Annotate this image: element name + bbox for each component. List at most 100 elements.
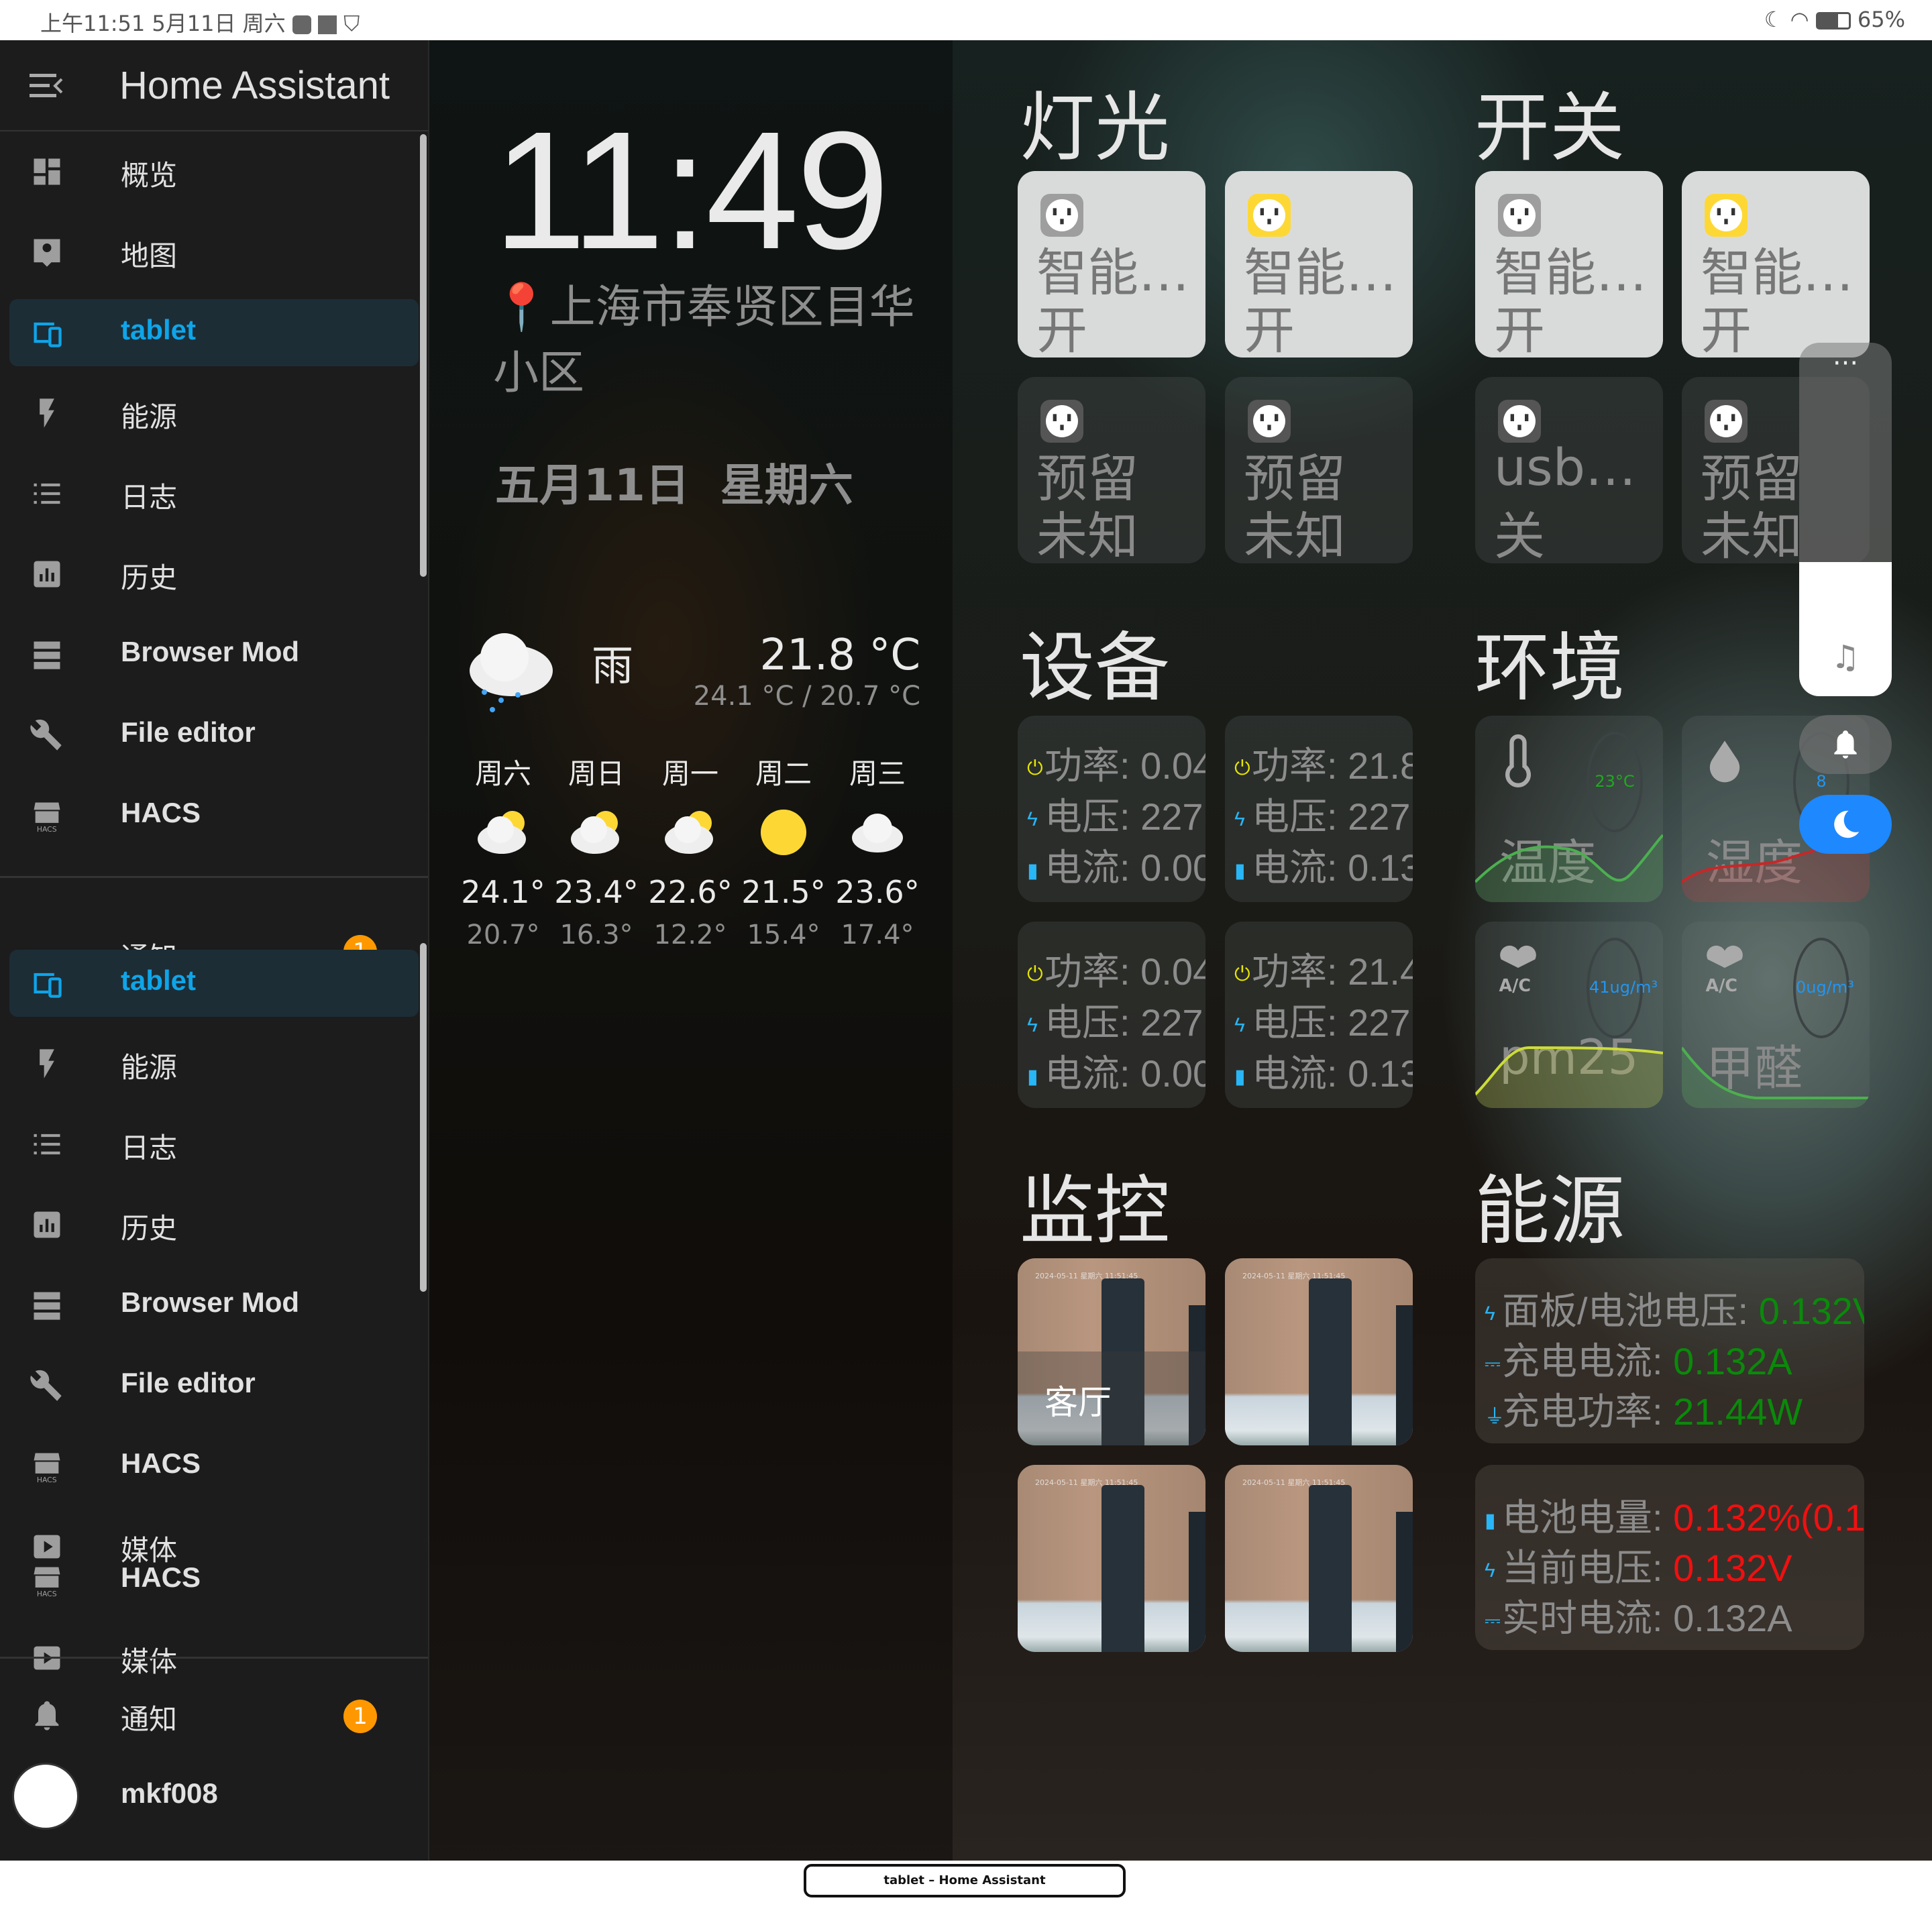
section-title-devices: 设备 (1020, 624, 1170, 712)
device-card[interactable]: ⏻功率: 21.4 ϟ 电压: 227. ▮ 电流: 0.13 (1225, 922, 1413, 1108)
entity-state: 开 (1701, 300, 1752, 357)
power-icon: ⏻ (1234, 757, 1250, 780)
camera-feed[interactable]: 2024-05-11 星期六 11:51:45 (1018, 1465, 1205, 1652)
camera-label: 客厅 (1018, 1351, 1205, 1445)
sensor-value: 0.04 (1140, 950, 1205, 993)
forecast-high: 21.5° (741, 874, 826, 910)
forecast-low: 15.4° (747, 920, 820, 950)
sensor-line: ⏻功率: 0.04 (1027, 736, 1205, 790)
sidebar-item[interactable]: HACS HACS (9, 1433, 419, 1500)
entity-tile[interactable]: 智能… 开 (1475, 171, 1663, 357)
device-card[interactable]: ⏻功率: 21.8 ϟ 电压: 227. ▮ 电流: 0.13 (1225, 716, 1413, 902)
sidebar-item[interactable]: HACS HACS (9, 1547, 419, 1614)
sidebar-item[interactable]: 历史 (9, 541, 419, 608)
wrench-icon (30, 719, 62, 751)
browser-tab[interactable]: tablet – Home Assistant (804, 1864, 1126, 1897)
forecast-high: 24.1° (461, 874, 545, 910)
sensor-line: ▮ 电流: 0.13 (1234, 1044, 1413, 1098)
environment-card[interactable]: A/C 41ug/m³ pm25 (1475, 922, 1663, 1108)
sidebar-item-label: 概览 (121, 160, 178, 191)
sidebar-item[interactable]: 日志 (9, 460, 419, 527)
sensor-label: 功率: (1252, 744, 1348, 787)
energy-line: ϟ 当前电压: 0.132V (1485, 1538, 1792, 1592)
camera-feed[interactable]: 2024-05-11 星期六 11:51:45 (1225, 1465, 1413, 1652)
sidebar-item[interactable]: 地图 (9, 219, 419, 286)
sidebar-item[interactable]: tablet (9, 299, 419, 366)
forecast-day: 周二 21.5° 15.4° (737, 751, 830, 950)
flash-icon: ϟ (1027, 808, 1038, 831)
forecast-day: 周三 23.6° 17.4° (830, 751, 924, 950)
entity-name: usb… (1494, 437, 1637, 497)
environment-card[interactable]: 23°C 温度 (1475, 716, 1663, 902)
sidebar-item[interactable]: 历史 (9, 1191, 419, 1258)
forecast-high: 22.6° (648, 874, 733, 910)
sensor-line: ϟ 电压: 227. (1027, 787, 1205, 841)
entity-tile[interactable]: usb… 关 (1475, 377, 1663, 563)
forecast-day: 周一 22.6° 12.2° (643, 751, 737, 950)
sidebar-item[interactable]: 能源 (9, 380, 419, 447)
energy-value: 21.44W (1673, 1390, 1803, 1433)
sidebar-item-label: 日志 (121, 1132, 178, 1164)
battery-icon (1815, 12, 1851, 30)
location-text: 上海市奉贤区目华小区 (493, 281, 915, 400)
wifi-icon: ◠ (1790, 7, 1809, 32)
sensor-line: ▮ 电流: 0.13 (1234, 838, 1413, 892)
scrollbar[interactable] (420, 134, 427, 577)
camera-feed[interactable]: 2024-05-11 星期六 11:51:45 客厅 (1018, 1258, 1205, 1445)
sensor-line: ▮ 电流: 0.00 (1027, 838, 1205, 892)
entity-state: 关 (1494, 506, 1545, 563)
entity-tile[interactable]: 预留 未知 (1225, 377, 1413, 563)
sidebar-item[interactable]: 概览 (9, 138, 419, 205)
sensor-line: ⏻功率: 21.8 (1234, 736, 1413, 790)
entity-tile[interactable]: 智能… 开 (1682, 171, 1870, 357)
sidebar-item[interactable]: File editor (9, 1352, 419, 1419)
entity-tile[interactable]: 智能… 开 (1225, 171, 1413, 357)
sidebar-item-user[interactable]: mkf008 (9, 1763, 419, 1830)
status-bar: 上午11:51 5月11日 周六 ⛉ ☾ ◠ 65% (0, 0, 1932, 40)
clock-time: 11:49 (493, 97, 890, 284)
night-mode-button[interactable] (1799, 795, 1892, 854)
shield-icon: ⛉ (343, 11, 360, 36)
sidebar-item[interactable]: File editor (9, 702, 419, 769)
device-card[interactable]: ⏻功率: 0.04 ϟ 电压: 227. ▮ 电流: 0.00 (1018, 716, 1205, 902)
current-dc-icon: ⎓ (1485, 1353, 1501, 1376)
environment-card[interactable]: A/C 0ug/m³ 甲醛 (1682, 922, 1870, 1108)
sidebar-item[interactable]: Browser Mod (9, 1272, 419, 1339)
forecast-low: 16.3° (559, 920, 633, 950)
more-button[interactable]: ··· (1799, 348, 1892, 379)
section-title-switches: 开关 (1474, 85, 1625, 172)
sidebar-item[interactable]: HACS HACS (9, 782, 419, 849)
scrollbar[interactable] (420, 943, 427, 1292)
server-icon (34, 1292, 60, 1320)
moon-icon: ☾ (1764, 7, 1784, 32)
sensor-value: 0.00 (1140, 1052, 1205, 1095)
device-card[interactable]: ⏻功率: 0.04 ϟ 电压: 227. ▮ 电流: 0.00 (1018, 922, 1205, 1108)
sidebar-item[interactable]: 日志 (9, 1111, 419, 1178)
list-icon (34, 1134, 60, 1155)
sensor-label: 电流: (1044, 846, 1141, 889)
energy-label: 当前电压: (1502, 1547, 1674, 1589)
sensor-value: 21.8 (1348, 744, 1413, 787)
sidebar-item[interactable]: tablet (9, 950, 419, 1017)
energy-line: ϟ 面板/电池电压: 0.132V (1485, 1281, 1864, 1335)
flash-icon: ϟ (1485, 1559, 1495, 1582)
energy-card[interactable]: ϟ面板/电池电压: 0.132V⎓充电电流: 0.132A⏚充电功率: 21.4… (1475, 1258, 1864, 1443)
entity-tile[interactable]: 智能… 开 (1018, 171, 1205, 357)
camera-feed[interactable]: 2024-05-11 星期六 11:51:45 (1225, 1258, 1413, 1445)
bell-icon (35, 1701, 59, 1730)
energy-card[interactable]: ▮电池电量: 0.132%(0.13ϟ当前电压: 0.132V⎓实时电流: 0.… (1475, 1465, 1864, 1650)
list-icon (34, 483, 60, 504)
sidebar-item-label: HACS (121, 1447, 201, 1479)
svg-text:A/C: A/C (1499, 975, 1531, 995)
sidebar-item[interactable]: 能源 (9, 1030, 419, 1097)
sidebar-item[interactable]: Browser Mod (9, 621, 419, 688)
forecast-day: 周日 23.4° 16.3° (549, 751, 643, 950)
menu-icon[interactable] (30, 72, 64, 99)
sensor-label: 电压: (1252, 1001, 1348, 1044)
sensor-line: ϟ 电压: 227. (1027, 993, 1205, 1047)
sidebar-item-notifications[interactable]: 通知 1 (9, 1682, 419, 1749)
entity-tile[interactable]: 预留 未知 (1018, 377, 1205, 563)
notification-bell-button[interactable] (1799, 715, 1892, 774)
forecast-day-name: 周六 (474, 757, 531, 790)
sensor-value: 0.00 (1140, 846, 1205, 889)
